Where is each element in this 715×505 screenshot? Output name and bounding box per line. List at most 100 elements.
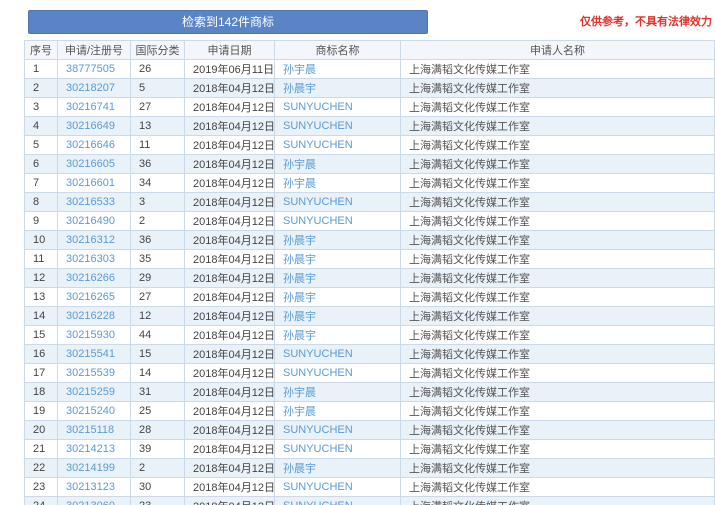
application-number-cell[interactable]: 30216303 [58, 250, 131, 269]
table-row: 1130216303352018年04月12日孙晨宇上海满韬文化传媒工作室 [25, 250, 715, 269]
application-number-cell[interactable]: 30216265 [58, 288, 131, 307]
applicant-name-cell: 上海满韬文化传媒工作室 [401, 193, 715, 212]
trademark-name-cell[interactable]: SUNYUCHEN [275, 478, 401, 497]
application-number-cell[interactable]: 30215930 [58, 326, 131, 345]
application-number-cell[interactable]: 30216490 [58, 212, 131, 231]
application-date-cell: 2018年04月12日 [185, 288, 275, 307]
trademark-name-cell[interactable]: SUNYUCHEN [275, 136, 401, 155]
application-number-cell[interactable]: 30216646 [58, 136, 131, 155]
seq-cell: 13 [25, 288, 58, 307]
applicant-name-cell: 上海满韬文化传媒工作室 [401, 383, 715, 402]
application-date-cell: 2018年04月12日 [185, 231, 275, 250]
application-date-cell: 2018年04月12日 [185, 345, 275, 364]
trademark-name-cell[interactable]: SUNYUCHEN [275, 98, 401, 117]
result-count-banner[interactable]: 检索到142件商标 [28, 10, 428, 34]
application-number-cell[interactable]: 30214199 [58, 459, 131, 478]
seq-cell: 4 [25, 117, 58, 136]
application-number-cell[interactable]: 30216601 [58, 174, 131, 193]
application-number-cell[interactable]: 30216649 [58, 117, 131, 136]
trademark-name-cell[interactable]: 孙宇晨 [275, 174, 401, 193]
intl-class-cell: 44 [131, 326, 185, 345]
seq-cell: 19 [25, 402, 58, 421]
seq-cell: 22 [25, 459, 58, 478]
intl-class-cell: 14 [131, 364, 185, 383]
trademark-name-cell[interactable]: SUNYUCHEN [275, 421, 401, 440]
application-number-cell[interactable]: 30215118 [58, 421, 131, 440]
application-number-cell[interactable]: 30215240 [58, 402, 131, 421]
application-number-cell[interactable]: 30216266 [58, 269, 131, 288]
trademark-name-cell[interactable]: 孙晨宇 [275, 231, 401, 250]
application-date-cell: 2018年04月12日 [185, 79, 275, 98]
trademark-name-cell[interactable]: 孙晨宇 [275, 326, 401, 345]
application-date-cell: 2018年04月12日 [185, 364, 275, 383]
trademark-name-cell[interactable]: 孙宇晨 [275, 402, 401, 421]
table-row: 630216605362018年04月12日孙宇晨上海满韬文化传媒工作室 [25, 155, 715, 174]
trademark-name-cell[interactable]: 孙宇晨 [275, 383, 401, 402]
application-number-cell[interactable]: 30218207 [58, 79, 131, 98]
seq-cell: 2 [25, 79, 58, 98]
intl-class-cell: 12 [131, 307, 185, 326]
trademark-name-cell[interactable]: SUNYUCHEN [275, 345, 401, 364]
application-number-cell[interactable]: 30216228 [58, 307, 131, 326]
seq-cell: 11 [25, 250, 58, 269]
intl-class-cell: 23 [131, 497, 185, 505]
trademark-name-cell[interactable]: SUNYUCHEN [275, 212, 401, 231]
application-number-cell[interactable]: 30215541 [58, 345, 131, 364]
seq-cell: 12 [25, 269, 58, 288]
applicant-name-cell: 上海满韬文化传媒工作室 [401, 60, 715, 79]
trademark-name-cell[interactable]: SUNYUCHEN [275, 117, 401, 136]
applicant-name-cell: 上海满韬文化传媒工作室 [401, 212, 715, 231]
seq-cell: 14 [25, 307, 58, 326]
trademark-name-cell[interactable]: SUNYUCHEN [275, 440, 401, 459]
trademark-name-cell[interactable]: 孙晨宇 [275, 288, 401, 307]
trademark-name-cell[interactable]: 孙晨宇 [275, 269, 401, 288]
application-date-cell: 2018年04月12日 [185, 383, 275, 402]
applicant-name-cell: 上海满韬文化传媒工作室 [401, 326, 715, 345]
application-number-cell[interactable]: 30213123 [58, 478, 131, 497]
application-number-cell[interactable]: 30216741 [58, 98, 131, 117]
trademark-name-cell[interactable]: SUNYUCHEN [275, 364, 401, 383]
column-header-trademark-name: 商标名称 [275, 41, 401, 60]
application-number-cell[interactable]: 30216533 [58, 193, 131, 212]
application-date-cell: 2018年04月12日 [185, 98, 275, 117]
application-number-cell[interactable]: 30215259 [58, 383, 131, 402]
application-date-cell: 2018年04月12日 [185, 326, 275, 345]
application-date-cell: 2018年04月12日 [185, 269, 275, 288]
column-header-applicant-name: 申请人名称 [401, 41, 715, 60]
table-row: 530216646112018年04月12日SUNYUCHEN上海满韬文化传媒工… [25, 136, 715, 155]
applicant-name-cell: 上海满韬文化传媒工作室 [401, 345, 715, 364]
applicant-name-cell: 上海满韬文化传媒工作室 [401, 307, 715, 326]
table-row: 1430216228122018年04月12日孙晨宇上海满韬文化传媒工作室 [25, 307, 715, 326]
application-date-cell: 2018年04月12日 [185, 497, 275, 505]
application-number-cell[interactable]: 30213060 [58, 497, 131, 505]
application-number-cell[interactable]: 30216605 [58, 155, 131, 174]
trademark-name-cell[interactable]: 孙晨宇 [275, 307, 401, 326]
application-number-cell[interactable]: 30214213 [58, 440, 131, 459]
column-header-seq: 序号 [25, 41, 58, 60]
trademark-name-cell[interactable]: SUNYUCHEN [275, 193, 401, 212]
results-table-body: 138777505262019年06月11日孙宇晨上海满韬文化传媒工作室2302… [25, 60, 715, 505]
table-row: 23021820752018年04月12日孙晨宇上海满韬文化传媒工作室 [25, 79, 715, 98]
table-row: 330216741272018年04月12日SUNYUCHEN上海满韬文化传媒工… [25, 98, 715, 117]
intl-class-cell: 2 [131, 212, 185, 231]
trademark-name-cell[interactable]: 孙宇晨 [275, 60, 401, 79]
application-date-cell: 2018年04月12日 [185, 421, 275, 440]
trademark-name-cell[interactable]: 孙晨宇 [275, 79, 401, 98]
application-number-cell[interactable]: 38777505 [58, 60, 131, 79]
applicant-name-cell: 上海满韬文化传媒工作室 [401, 79, 715, 98]
applicant-name-cell: 上海满韬文化传媒工作室 [401, 269, 715, 288]
trademark-name-cell[interactable]: 孙宇晨 [275, 155, 401, 174]
application-number-cell[interactable]: 30216312 [58, 231, 131, 250]
table-row: 1330216265272018年04月12日孙晨宇上海满韬文化传媒工作室 [25, 288, 715, 307]
table-row: 83021653332018年04月12日SUNYUCHEN上海满韬文化传媒工作… [25, 193, 715, 212]
trademark-name-cell[interactable]: 孙晨宇 [275, 250, 401, 269]
applicant-name-cell: 上海满韬文化传媒工作室 [401, 136, 715, 155]
trademark-name-cell[interactable]: SUNYUCHEN [275, 497, 401, 505]
application-number-cell[interactable]: 30215539 [58, 364, 131, 383]
intl-class-cell: 11 [131, 136, 185, 155]
seq-cell: 9 [25, 212, 58, 231]
seq-cell: 1 [25, 60, 58, 79]
trademark-name-cell[interactable]: 孙晨宇 [275, 459, 401, 478]
applicant-name-cell: 上海满韬文化传媒工作室 [401, 288, 715, 307]
application-date-cell: 2018年04月12日 [185, 212, 275, 231]
